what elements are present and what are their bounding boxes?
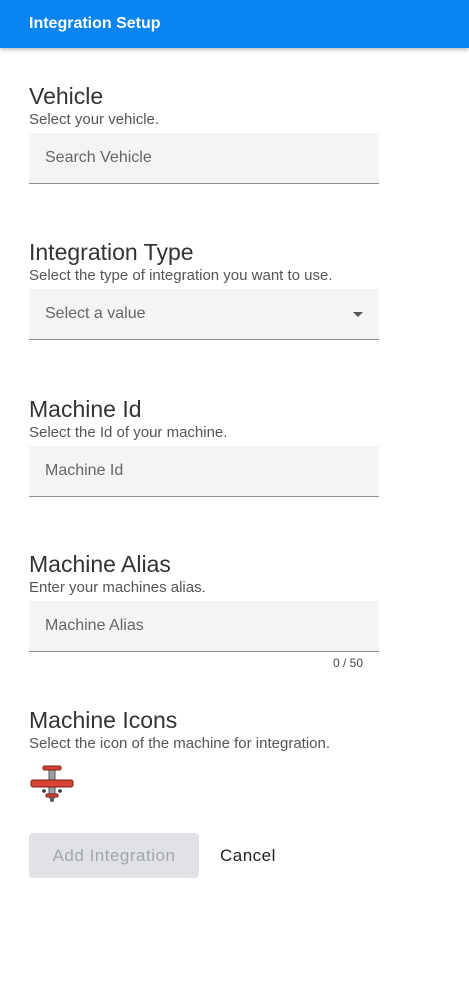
machine-id-section: Machine Id Select the Id of your machine… [29, 395, 379, 497]
vehicle-description: Select your vehicle. [29, 111, 160, 128]
vehicle-section: Vehicle Select your vehicle. [29, 82, 379, 184]
machine-id-title: Machine Id [29, 396, 142, 422]
machine-icons-title: Machine Icons [29, 707, 178, 733]
machine-alias-description: Enter your machines alias. [29, 579, 206, 596]
machine-icons-description: Select the icon of the machine for integ… [29, 735, 331, 752]
vehicle-title: Vehicle [29, 83, 104, 109]
machine-alias-input[interactable] [29, 601, 379, 651]
integration-type-description: Select the type of integration you want … [29, 267, 333, 284]
integration-type-select[interactable]: Select a value [29, 289, 379, 340]
cancel-button[interactable]: Cancel [210, 833, 286, 878]
machine-alias-field [29, 601, 379, 652]
integration-type-title: Integration Type [29, 239, 194, 265]
machine-alias-title: Machine Alias [29, 551, 171, 577]
add-integration-button[interactable]: Add Integration [29, 833, 199, 878]
integration-type-section: Integration Type Select the type of inte… [29, 238, 379, 340]
chevron-down-icon [353, 312, 363, 317]
vehicle-search-input[interactable] [29, 133, 379, 183]
integration-type-value: Select a value [45, 305, 146, 322]
machine-id-description: Select the Id of your machine. [29, 424, 228, 441]
page-title: Integration Setup [29, 15, 161, 32]
vehicle-search-field [29, 133, 379, 184]
app-bar: Integration Setup [0, 0, 469, 48]
character-counter: 0 / 50 [332, 656, 363, 670]
machine-id-field [29, 446, 379, 497]
machine-alias-section: Machine Alias Enter your machines alias.… [29, 550, 379, 670]
airplane-icon[interactable] [29, 765, 75, 803]
machine-icons-section: Machine Icons Select the icon of the mac… [29, 706, 379, 803]
machine-id-input[interactable] [29, 446, 379, 496]
